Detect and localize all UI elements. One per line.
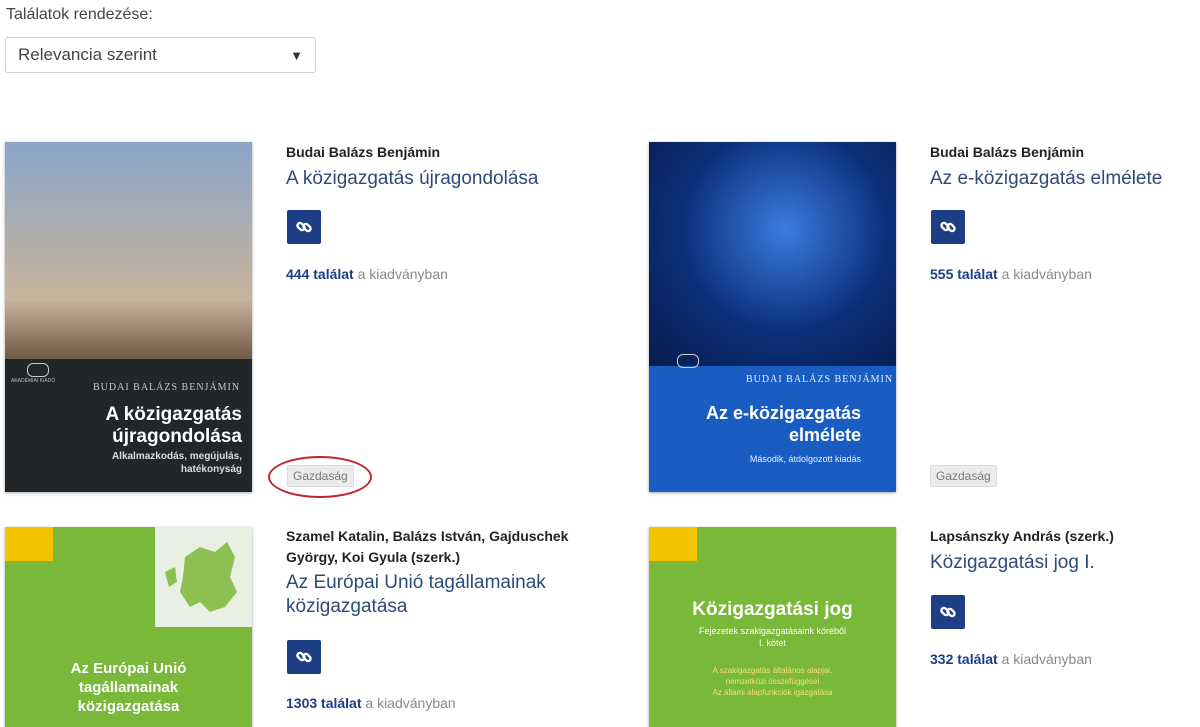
sort-label: Találatok rendezése: [6,6,153,23]
cover-title: Közigazgatási jog [692,599,853,620]
hit-count[interactable]: 1303 találat [286,695,362,711]
result-hits: 1303 találat a kiadványban [286,695,456,711]
hit-suffix: a kiadványban [357,266,448,282]
cover-subtitle-line: Alkalmazkodás, megújulás, [111,451,242,462]
cover-subtitle: Fejezetek szakigazgatásaink köréből I. k… [649,625,896,649]
result-hits: 444 találat a kiadványban [286,266,448,282]
europe-map-icon [155,527,252,627]
result-author: Budai Balázs Benjámin [930,144,1085,160]
category-tag[interactable]: Gazdaság [930,465,997,487]
hit-count[interactable]: 555 találat [930,266,998,282]
result-title-link[interactable]: Az Európai Unió tagállamainak közigazgat… [286,571,546,619]
cover-author: BUDAI BALÁZS BENJÁMIN [93,382,241,393]
link-icon [940,606,956,618]
highlight-annotation [268,456,372,498]
dropdown-arrow-icon: ▼ [290,47,303,63]
map-graphic [165,542,237,612]
book-cover-2[interactable]: BUDAI BALÁZS BENJÁMIN Az e-közigazgatás … [649,142,896,492]
book-cover-1[interactable]: AKADÉMIAI KIADÓ BUDAI BALÁZS BENJÁMIN A … [5,142,252,492]
cover-subtitle-line: hatékonyság [180,464,242,475]
hit-suffix: a kiadványban [1001,651,1092,667]
result-hits: 332 találat a kiadványban [930,651,1092,667]
cover-title-line: tagállamainak [78,679,179,696]
book-cover-4[interactable]: Közigazgatási jog Fejezetek szakigazgatá… [649,527,896,727]
cover-subtitle-line: A szakigazgatás általános alapjai, [712,666,833,675]
cover-title: Az e-közigazgatás elmélete [706,402,861,446]
cover-title-line: Az e-közigazgatás [705,403,861,423]
result-title-line: közigazgatása [286,596,408,617]
cover-subtitle-2: A szakigazgatás általános alapjai, nemze… [649,665,896,698]
result-author-line: György, Koi Gyula (szerk.) [286,549,461,565]
cover-subtitle: Második, átdolgozott kiadás [749,454,861,464]
link-icon [296,221,312,233]
cover-title-line: közigazgatása [77,698,180,715]
hit-suffix: a kiadványban [1001,266,1092,282]
cover-title-line: elmélete [788,425,861,445]
cover-subtitle-line: I. kötet [758,638,786,648]
sort-select[interactable]: Relevancia szerint ▼ [5,37,316,73]
result-hits: 555 találat a kiadványban [930,266,1092,282]
cover-yellow-block [649,527,697,561]
cover-subtitle-line: nemzetközi összefüggései [725,677,820,686]
link-button[interactable] [931,595,965,629]
link-button[interactable] [287,210,321,244]
cover-title-line: Az Európai Unió [70,660,187,677]
cover-subtitle-line: Fejezetek szakigazgatásaink köréből [698,626,847,636]
link-icon [940,221,956,233]
result-author-line: Szamel Katalin, Balázs István, Gajdusche… [286,528,569,544]
cover-publisher: AKADÉMIAI KIADÓ [11,378,56,384]
publisher-logo-icon [677,354,699,368]
result-author: Lapsánszky András (szerk.) [930,528,1114,544]
result-title-line: Az Európai Unió tagállamainak [286,572,546,593]
link-button[interactable] [931,210,965,244]
cover-yellow-block [5,527,53,561]
result-title-link[interactable]: Közigazgatási jog I. [930,551,1095,575]
result-author: Szamel Katalin, Balázs István, Gajdusche… [286,526,568,568]
book-cover-3[interactable]: Az Európai Unió tagállamainak közigazgat… [5,527,252,727]
result-title-link[interactable]: A közigazgatás újragondolása [286,167,538,191]
cover-title-line: újragondolása [112,426,242,447]
cover-subtitle: Alkalmazkodás, megújulás, hatékonyság [112,450,242,476]
cover-title-line: A közigazgatás [105,404,242,425]
sort-selected-value: Relevancia szerint [18,45,157,64]
hit-count[interactable]: 444 találat [286,266,354,282]
result-author: Budai Balázs Benjámin [286,144,441,160]
link-button[interactable] [287,640,321,674]
hit-count[interactable]: 332 találat [930,651,998,667]
cover-title: Az Európai Unió tagállamainak közigazgat… [5,659,252,716]
hit-suffix: a kiadványban [365,695,456,711]
result-title-link[interactable]: Az e-közigazgatás elmélete [930,167,1162,191]
cover-subtitle-line: Az állami alapfunkciók igazgatása [712,688,833,697]
cover-author: BUDAI BALÁZS BENJÁMIN [746,374,894,385]
cover-title: A közigazgatás újragondolása [105,404,242,448]
link-icon [296,651,312,663]
publisher-logo-icon [27,363,49,377]
